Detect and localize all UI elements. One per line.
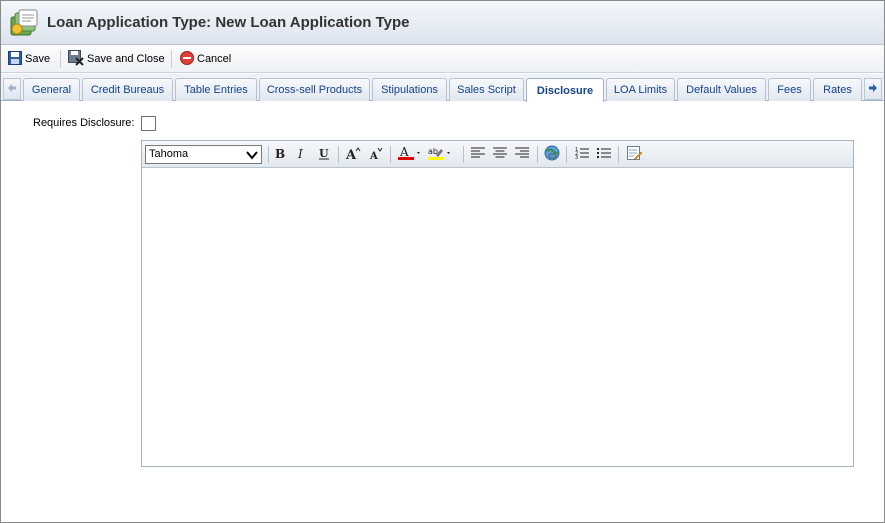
cancel-icon <box>180 50 197 68</box>
tab-label: Fees <box>777 84 802 96</box>
tab-label: Rates <box>823 84 852 96</box>
tab-scroll-left[interactable] <box>3 78 21 100</box>
svg-text:A: A <box>399 145 409 159</box>
align-right-button[interactable] <box>512 145 532 164</box>
tab-label: Sales Script <box>457 84 516 96</box>
tab-label: Default Values <box>686 84 757 96</box>
svg-text:A: A <box>369 151 378 160</box>
requires-disclosure-label: Requires Disclosure: <box>33 117 135 129</box>
editor-toolbar-divider <box>463 146 464 163</box>
ordered-list-icon: 123 <box>575 146 589 163</box>
requires-disclosure-checkbox[interactable] <box>141 116 156 131</box>
align-right-icon <box>515 147 529 162</box>
highlight-icon: ab <box>427 145 453 164</box>
editor-toolbar-divider <box>338 146 339 163</box>
svg-text:3: 3 <box>575 155 578 160</box>
tab-sales-script[interactable]: Sales Script <box>449 78 524 101</box>
save-close-icon <box>68 49 87 69</box>
shrink-font-icon: A <box>368 146 384 163</box>
toolbar-divider <box>60 50 61 68</box>
tab-rates[interactable]: Rates <box>813 78 862 101</box>
font-color-icon: A <box>397 145 423 164</box>
tab-cross-sell-products[interactable]: Cross-sell Products <box>259 78 370 101</box>
tab-label: General <box>31 84 72 96</box>
editor-toolbar-divider <box>390 146 391 163</box>
tab-scroll-right[interactable] <box>864 78 882 100</box>
disclosure-editor: Tahoma B I U A A A ab 1 2 3 <box>141 140 854 467</box>
toolbar-divider <box>171 50 172 68</box>
editor-toolbar-divider <box>537 146 538 163</box>
app-icon <box>8 7 41 39</box>
align-center-icon <box>493 147 507 162</box>
ordered-list-button[interactable]: 123 <box>572 145 592 164</box>
svg-text:I: I <box>297 147 303 159</box>
scroll-left-icon <box>7 82 17 96</box>
tab-label: Stipulations <box>381 84 438 96</box>
tab-credit-bureaus[interactable]: Credit Bureaus <box>82 78 173 101</box>
editor-toolbar-divider <box>618 146 619 163</box>
bold-icon: B <box>274 147 286 162</box>
bold-button[interactable]: B <box>270 145 290 164</box>
unordered-list-icon <box>597 146 611 163</box>
align-center-button[interactable] <box>490 145 510 164</box>
tab-stipulations[interactable]: Stipulations <box>372 78 447 101</box>
italic-button[interactable]: I <box>292 145 312 164</box>
cancel-button-label: Cancel <box>197 53 232 65</box>
font-family-select[interactable]: Tahoma <box>145 145 262 164</box>
svg-text:U: U <box>319 147 329 160</box>
unordered-list-button[interactable] <box>594 145 614 164</box>
tab-label: Credit Bureaus <box>90 84 165 96</box>
tab-label: Table Entries <box>184 84 248 96</box>
tab-loa-limits[interactable]: LOA Limits <box>606 78 675 101</box>
window-title: Loan Application Type: New Loan Applicat… <box>47 14 410 31</box>
save-button[interactable]: Save <box>8 49 50 69</box>
toolbar: Save Save and Close Cancel <box>1 45 884 73</box>
title-bar: Loan Application Type: New Loan Applicat… <box>1 1 884 45</box>
tab-label: Disclosure <box>536 84 594 97</box>
font-select-value: Tahoma <box>149 148 189 160</box>
save-and-close-label: Save and Close <box>87 53 165 65</box>
editor-toolbar-divider <box>566 146 567 163</box>
save-icon <box>8 50 25 68</box>
window: Loan Application Type: New Loan Applicat… <box>0 0 885 523</box>
tab-default-values[interactable]: Default Values <box>677 78 766 101</box>
underline-icon: U <box>318 147 330 163</box>
save-and-close-button[interactable]: Save and Close <box>68 49 165 69</box>
shrink-font-button[interactable]: A <box>366 145 386 164</box>
source-edit-button[interactable] <box>624 145 644 164</box>
save-button-label: Save <box>25 53 51 65</box>
insert-link-button[interactable] <box>542 145 562 164</box>
svg-text:A: A <box>345 148 357 160</box>
insert-link-icon <box>544 145 560 164</box>
tab-fees[interactable]: Fees <box>768 78 811 101</box>
font-color-button[interactable]: A <box>396 145 424 164</box>
align-left-icon <box>471 147 485 162</box>
tab-strip: General Credit Bureaus Table Entries Cro… <box>1 74 884 102</box>
tab-label: LOA Limits <box>613 84 668 96</box>
grow-font-icon: A <box>345 146 361 163</box>
italic-icon: I <box>296 147 308 162</box>
cancel-button[interactable]: Cancel <box>180 49 231 69</box>
source-edit-icon <box>626 145 642 164</box>
underline-button[interactable]: U <box>314 145 334 164</box>
align-left-button[interactable] <box>468 145 488 164</box>
tab-table-entries[interactable]: Table Entries <box>175 78 257 101</box>
editor-toolbar: Tahoma B I U A A A ab 1 2 3 <box>142 141 853 168</box>
svg-text:B: B <box>275 147 285 159</box>
editor-toolbar-divider <box>268 146 269 163</box>
tab-label: Cross-sell Products <box>266 84 363 96</box>
editor-content-area[interactable] <box>142 168 853 466</box>
scroll-right-icon <box>868 82 878 96</box>
tab-general[interactable]: General <box>23 78 80 101</box>
tab-disclosure[interactable]: Disclosure <box>526 78 604 102</box>
chevron-down-icon <box>245 148 259 168</box>
grow-font-button[interactable]: A <box>343 145 363 164</box>
highlight-color-button[interactable]: ab <box>426 145 454 164</box>
